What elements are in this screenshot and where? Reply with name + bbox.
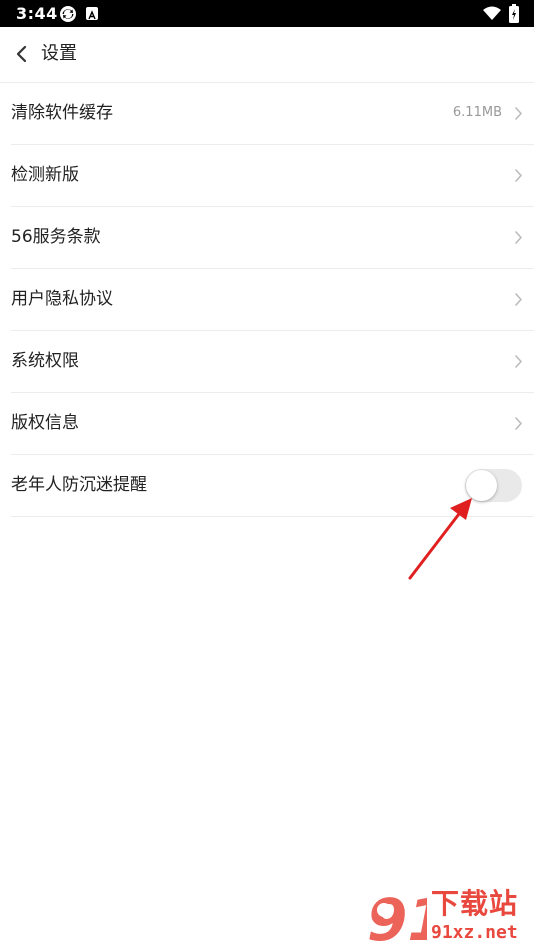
settings-item-label: 老年人防沉迷提醒 bbox=[11, 475, 147, 495]
back-chevron-icon[interactable] bbox=[14, 44, 30, 64]
settings-item-check-update[interactable]: 检测新版 bbox=[11, 145, 534, 207]
battery-charging-icon bbox=[509, 4, 519, 23]
status-time: 3:44 bbox=[16, 4, 58, 23]
settings-list: 清除软件缓存 6.11MB 检测新版 56服务条款 用户隐私协议 系统权限 版权… bbox=[0, 83, 534, 517]
settings-item-terms-of-service[interactable]: 56服务条款 bbox=[11, 207, 534, 269]
watermark-domain: 91xz.net bbox=[431, 922, 518, 943]
settings-item-label: 56服务条款 bbox=[11, 227, 101, 247]
status-bar: 3:44 bbox=[0, 0, 534, 27]
settings-item-system-permissions[interactable]: 系统权限 bbox=[11, 331, 534, 393]
watermark-title: 下载站 bbox=[431, 887, 519, 920]
a-badge-icon bbox=[86, 7, 98, 20]
svg-text:91: 91 bbox=[367, 888, 427, 948]
annotation-arrow-icon bbox=[408, 498, 472, 580]
watermark: 91 下载站 91xz.net bbox=[365, 887, 530, 949]
wifi-icon bbox=[483, 6, 501, 20]
chevron-right-icon bbox=[515, 417, 522, 430]
settings-item-label: 用户隐私协议 bbox=[11, 289, 113, 309]
chevron-right-icon bbox=[515, 169, 522, 182]
chevron-right-icon bbox=[515, 231, 522, 244]
settings-item-label: 系统权限 bbox=[11, 351, 79, 371]
cache-size-value: 6.11MB bbox=[452, 105, 502, 120]
top-nav-bar: 设置 bbox=[0, 27, 534, 83]
settings-item-label: 检测新版 bbox=[11, 165, 79, 185]
chevron-right-icon bbox=[515, 107, 522, 120]
settings-item-label: 清除软件缓存 bbox=[11, 103, 113, 123]
settings-item-clear-cache[interactable]: 清除软件缓存 6.11MB bbox=[11, 83, 534, 145]
settings-item-privacy-policy[interactable]: 用户隐私协议 bbox=[11, 269, 534, 331]
settings-item-copyright-info[interactable]: 版权信息 bbox=[11, 393, 534, 455]
chevron-right-icon bbox=[515, 355, 522, 368]
chevron-right-icon bbox=[515, 293, 522, 306]
page-title: 设置 bbox=[41, 43, 77, 64]
sync-icon bbox=[60, 6, 76, 22]
watermark-logo-icon: 91 bbox=[367, 888, 427, 948]
settings-item-label: 版权信息 bbox=[11, 413, 79, 433]
